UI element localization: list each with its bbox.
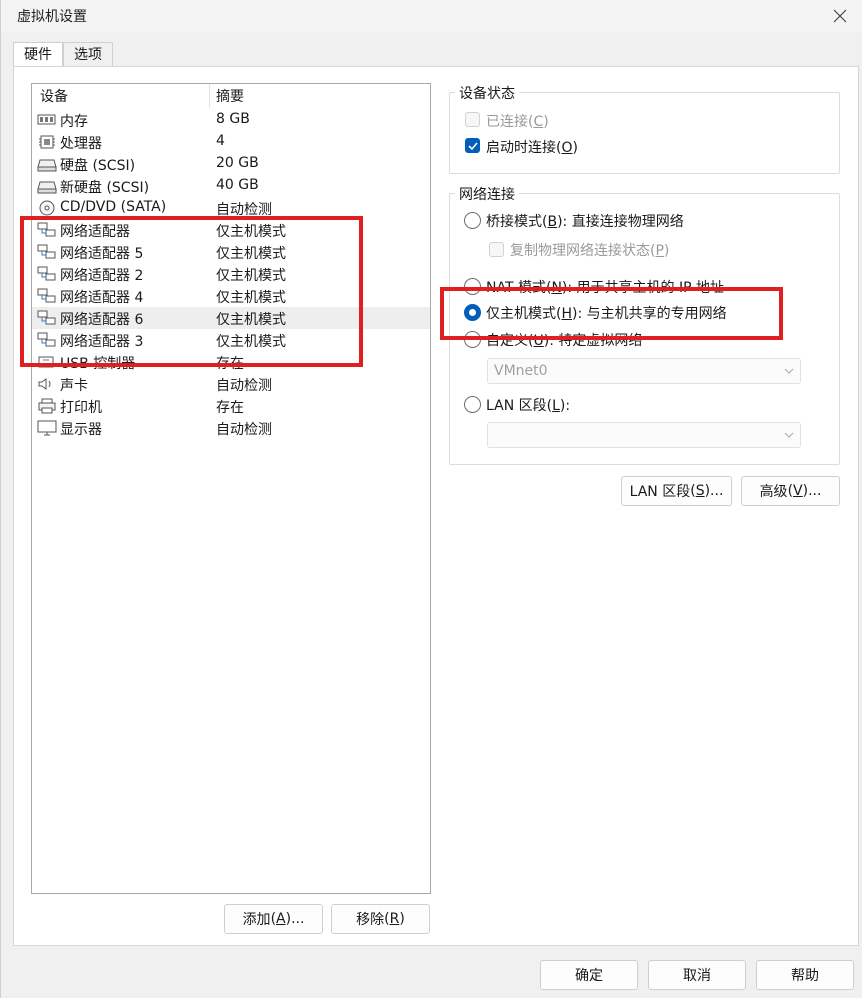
cancel-button[interactable]: 取消	[648, 960, 746, 990]
monitor-icon	[37, 420, 57, 436]
device-name: 显示器	[60, 422, 102, 438]
memory-icon	[37, 112, 57, 128]
device-row[interactable]: 硬盘 (SCSI) 20 GB	[32, 153, 430, 175]
replicate-state-checkbox[interactable]	[489, 242, 504, 257]
connected-label: 已连接(C)	[486, 114, 549, 130]
device-name: 声卡	[60, 378, 88, 394]
hard-disk-icon	[37, 156, 57, 172]
ok-button[interactable]: 确定	[540, 960, 638, 990]
device-row[interactable]: 内存 8 GB	[32, 109, 430, 131]
device-row[interactable]: 打印机 存在	[32, 395, 430, 417]
add-button-suffix: ...	[291, 911, 305, 927]
bridged-label: 桥接模式(B): 直接连接物理网络	[486, 214, 684, 230]
device-row[interactable]: 显示器 自动检测	[32, 417, 430, 439]
checkmark-icon	[468, 142, 478, 151]
connect-at-power-on-label: 启动时连接(O)	[486, 140, 578, 156]
device-status-group	[449, 92, 840, 174]
device-summary: 自动检测	[216, 378, 272, 394]
chevron-down-icon	[784, 368, 794, 374]
device-row[interactable]: 声卡 自动检测	[32, 373, 430, 395]
device-name: 新硬盘 (SCSI)	[60, 180, 150, 196]
processor-icon	[37, 134, 57, 150]
add-button-label: 添加	[242, 912, 271, 928]
add-device-button[interactable]: 添加(A)...	[224, 904, 323, 934]
tab-strip: 硬件 选项	[13, 42, 113, 68]
annotation-box-host-only	[440, 287, 783, 340]
device-summary: 自动检测	[216, 422, 272, 438]
column-header-device[interactable]: 设备	[32, 84, 210, 108]
title-bar: 虚拟机设置	[1, 0, 862, 32]
device-list-header: 设备 摘要	[32, 84, 430, 108]
device-name: 硬盘 (SCSI)	[60, 158, 136, 174]
close-icon	[833, 9, 847, 23]
connected-checkbox[interactable]	[465, 112, 480, 127]
hard-disk-icon	[37, 178, 57, 194]
replicate-state-label: 复制物理网络连接状态(P)	[510, 243, 670, 259]
advanced-button[interactable]: 高级(V)...	[741, 476, 840, 506]
device-summary: 4	[216, 133, 225, 149]
remove-device-button[interactable]: 移除(R)	[331, 904, 430, 934]
lan-segments-button[interactable]: LAN 区段(S)...	[621, 476, 732, 506]
vmnet-select[interactable]: VMnet0	[487, 358, 801, 384]
device-name: 内存	[60, 114, 88, 130]
bridged-radio[interactable]	[464, 212, 481, 229]
lan-segment-select[interactable]	[487, 422, 801, 448]
device-summary: 存在	[216, 400, 244, 416]
speaker-icon	[37, 376, 57, 392]
printer-icon	[37, 398, 57, 414]
chevron-down-icon	[784, 432, 794, 438]
lan-segment-label: LAN 区段(L):	[486, 398, 571, 414]
connect-at-power-on-checkbox[interactable]	[465, 138, 480, 153]
vm-settings-dialog: 虚拟机设置 硬件 选项 设备 摘要 内存 8 GB 处理器 4 硬盘 (SCSI) 20 …	[0, 0, 862, 998]
remove-button-mnemonic: R	[389, 911, 400, 927]
device-summary: 8 GB	[216, 111, 250, 127]
vmnet-select-value: VMnet0	[494, 363, 548, 379]
add-button-mnemonic: A	[276, 911, 286, 927]
device-summary: 40 GB	[216, 177, 259, 193]
device-name: 处理器	[60, 136, 102, 152]
device-status-title: 设备状态	[455, 83, 519, 103]
device-list: 设备 摘要 内存 8 GB 处理器 4 硬盘 (SCSI) 20 GB 新硬盘 (SCSI)…	[31, 83, 431, 894]
device-row[interactable]: 新硬盘 (SCSI) 40 GB	[32, 175, 430, 197]
device-name: 打印机	[60, 400, 102, 416]
cd-dvd-icon	[37, 200, 57, 216]
device-summary: 20 GB	[216, 155, 259, 171]
lan-segment-radio[interactable]	[464, 396, 481, 413]
window-title: 虚拟机设置	[17, 9, 87, 25]
network-connection-title: 网络连接	[455, 184, 519, 204]
device-name: CD/DVD (SATA)	[60, 199, 167, 215]
close-button[interactable]	[817, 0, 862, 32]
column-header-summary[interactable]: 摘要	[210, 84, 244, 108]
remove-button-label: 移除	[356, 912, 385, 928]
tab-hardware[interactable]: 硬件	[13, 42, 63, 68]
tab-options[interactable]: 选项	[63, 42, 113, 67]
annotation-box-adapters	[20, 216, 363, 367]
help-button[interactable]: 帮助	[756, 960, 854, 990]
device-row[interactable]: 处理器 4	[32, 131, 430, 153]
